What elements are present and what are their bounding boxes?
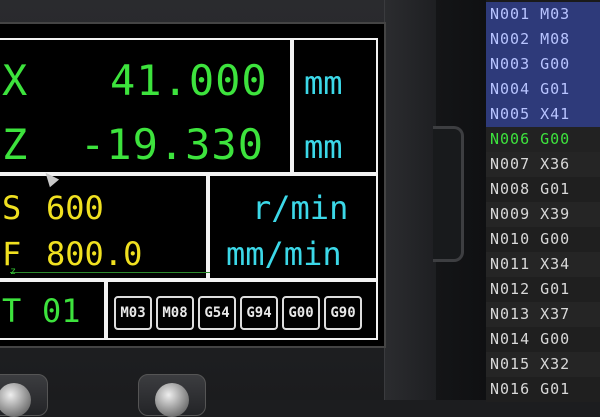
program-line[interactable]: N003 G00 xyxy=(486,52,600,77)
feed-unit: mm/min xyxy=(226,235,342,273)
program-line[interactable]: N012 G01 xyxy=(486,277,600,302)
position-panel: X 41.000 Z -19.330 xyxy=(0,38,292,174)
control-knob-left[interactable] xyxy=(0,374,48,417)
line-number: N009 xyxy=(490,205,531,223)
program-line[interactable]: N005 X41 xyxy=(486,102,600,127)
line-code: X39 xyxy=(540,205,571,223)
bezel-side xyxy=(384,0,437,400)
z-axis-value: -19.330 xyxy=(80,120,265,169)
line-number: N003 xyxy=(490,55,531,73)
line-number: N001 xyxy=(490,5,531,23)
z-axis-unit: mm xyxy=(304,128,343,166)
line-code: M03 xyxy=(540,5,571,23)
program-line[interactable]: N010 G00 xyxy=(486,227,600,252)
program-line[interactable]: N001 M03 xyxy=(486,2,600,27)
line-number: N011 xyxy=(490,255,531,273)
spindle-feed-panel: S 600 F 800.0 xyxy=(0,174,208,280)
line-code: G00 xyxy=(540,230,571,248)
x-axis-label: X xyxy=(2,56,29,105)
line-number: N007 xyxy=(490,155,531,173)
program-line[interactable]: N016 G01 xyxy=(486,377,600,402)
spindle-value: 600 xyxy=(46,189,104,227)
line-code: X34 xyxy=(540,255,571,273)
position-unit-panel: mm mm xyxy=(292,38,378,174)
line-number: N014 xyxy=(490,330,531,348)
line-number: N013 xyxy=(490,305,531,323)
axis-hint-label: z xyxy=(10,266,17,277)
control-knob-right[interactable] xyxy=(138,374,206,417)
program-line[interactable]: N004 G01 xyxy=(486,77,600,102)
line-code: X32 xyxy=(540,355,571,373)
modal-code-g90: G90 xyxy=(324,296,362,330)
door-handle[interactable] xyxy=(433,126,464,262)
line-code: M08 xyxy=(540,30,571,48)
modal-code-m03: M03 xyxy=(114,296,152,330)
line-code: G01 xyxy=(540,380,571,398)
line-number: N012 xyxy=(490,280,531,298)
line-code: X41 xyxy=(540,105,571,123)
modal-code-m08: M08 xyxy=(156,296,194,330)
modal-codes: M03 M08 G54 G94 G00 G90 xyxy=(106,286,376,336)
line-number: N004 xyxy=(490,80,531,98)
program-line[interactable]: N007 X36 xyxy=(486,152,600,177)
program-line[interactable]: N009 X39 xyxy=(486,202,600,227)
line-code: G00 xyxy=(540,55,571,73)
tool-value: 01 xyxy=(42,292,81,330)
spindle-label: S xyxy=(2,189,22,227)
line-number: N015 xyxy=(490,355,531,373)
program-line[interactable]: N014 G00 xyxy=(486,327,600,352)
knob-cap-icon xyxy=(0,383,31,417)
program-line[interactable]: N015 X32 xyxy=(486,352,600,377)
program-line[interactable]: N013 X37 xyxy=(486,302,600,327)
program-line[interactable]: N002 M08 xyxy=(486,27,600,52)
program-listing[interactable]: N001 M03 N002 M08 N003 G00 N004 G01 N005 X41 N006 G… xyxy=(486,0,600,402)
spindle-feed-unit-panel: r/min mm/min xyxy=(208,174,378,280)
tool-panel: T 01 xyxy=(0,280,106,340)
line-number: N005 xyxy=(490,105,531,123)
line-code: X36 xyxy=(540,155,571,173)
line-code: X37 xyxy=(540,305,571,323)
line-code: G01 xyxy=(540,180,571,198)
modal-code-g00: G00 xyxy=(282,296,320,330)
tool-label: T xyxy=(2,292,22,330)
line-code: G00 xyxy=(540,330,571,348)
modal-code-g54: G54 xyxy=(198,296,236,330)
line-code: G01 xyxy=(540,80,571,98)
program-line[interactable]: N006 G00 xyxy=(486,127,600,152)
x-axis-unit: mm xyxy=(304,64,343,102)
line-number: N010 xyxy=(490,230,531,248)
spindle-unit: r/min xyxy=(252,189,349,227)
axis-guide-line xyxy=(10,272,210,273)
line-number: N006 xyxy=(490,130,531,148)
program-line[interactable]: N011 X34 xyxy=(486,252,600,277)
line-number: N016 xyxy=(490,380,531,398)
line-code: G01 xyxy=(540,280,571,298)
x-axis-value: 41.000 xyxy=(110,56,268,105)
program-line[interactable]: N008 G01 xyxy=(486,177,600,202)
knob-cap-icon xyxy=(155,383,189,417)
line-number: N002 xyxy=(490,30,531,48)
line-code: G00 xyxy=(540,130,571,148)
line-number: N008 xyxy=(490,180,531,198)
feed-value: 800.0 xyxy=(46,235,143,273)
z-axis-label: Z xyxy=(2,120,29,169)
modal-code-g94: G94 xyxy=(240,296,278,330)
